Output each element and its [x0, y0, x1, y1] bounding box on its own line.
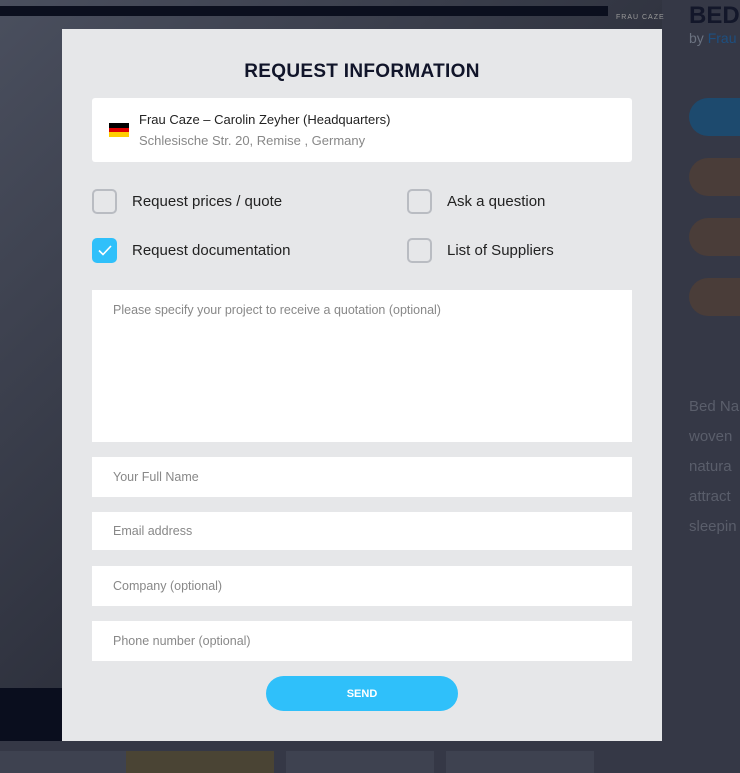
background-button: [689, 278, 740, 316]
option-ask-question[interactable]: Ask a question: [407, 189, 545, 214]
option-label: Request prices / quote: [132, 193, 283, 210]
checkbox[interactable]: [92, 189, 117, 214]
background-button: [689, 98, 740, 136]
background-button: [689, 218, 740, 256]
checkbox-checked[interactable]: [92, 238, 117, 263]
thumbnail: [446, 751, 594, 773]
option-request-prices[interactable]: Request prices / quote: [92, 189, 282, 214]
brand-logo: FRAU CAZE: [616, 14, 665, 21]
by-label: by: [689, 30, 704, 46]
modal-title: REQUEST INFORMATION: [244, 61, 480, 82]
full-name-input[interactable]: [92, 457, 632, 497]
option-label: Ask a question: [447, 193, 546, 210]
product-title: BED: [689, 2, 740, 29]
manufacturer-link[interactable]: Frau: [708, 30, 737, 46]
germany-flag-icon: [109, 123, 129, 137]
thumbnail: [286, 751, 434, 773]
option-label: Request documentation: [132, 242, 291, 259]
checkmark-icon: [97, 245, 112, 256]
request-information-modal: REQUEST INFORMATION Frau Caze – Carolin …: [62, 29, 662, 741]
product-description: Bed Na woven natura attract sleepin: [689, 398, 740, 535]
option-request-documentation[interactable]: Request documentation: [92, 238, 290, 263]
checkbox[interactable]: [407, 189, 432, 214]
option-list-of-suppliers[interactable]: List of Suppliers: [407, 238, 554, 263]
supplier-address: Schlesische Str. 20, Remise , Germany: [139, 133, 366, 148]
email-input[interactable]: [92, 512, 632, 550]
checkbox[interactable]: [407, 238, 432, 263]
send-button[interactable]: SEND: [266, 676, 458, 711]
supplier-name: Frau Caze – Carolin Zeyher (Headquarters…: [139, 112, 391, 127]
thumbnail: [126, 751, 274, 773]
company-input[interactable]: [92, 566, 632, 606]
background-header-bar: [0, 6, 608, 16]
project-textarea[interactable]: [92, 290, 632, 442]
option-label: List of Suppliers: [447, 242, 554, 259]
background-button: [689, 158, 740, 196]
phone-input[interactable]: [92, 621, 632, 661]
supplier-card: Frau Caze – Carolin Zeyher (Headquarters…: [92, 98, 632, 162]
product-by: by Frau: [689, 30, 736, 46]
